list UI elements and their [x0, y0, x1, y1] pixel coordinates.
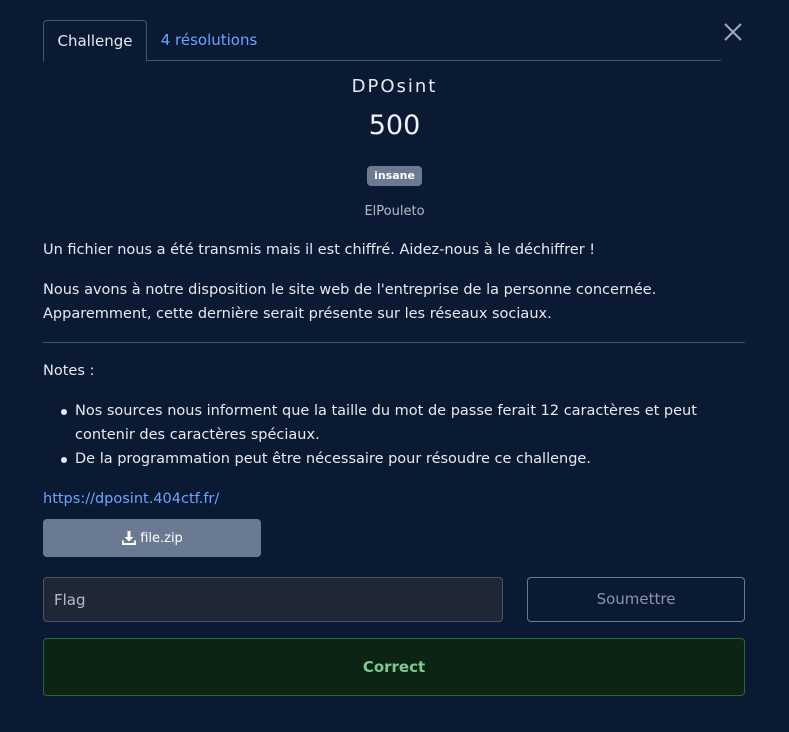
description-paragraph: Un fichier nous a été transmis mais il e…	[43, 242, 596, 258]
file-name: file.zip	[140, 530, 183, 546]
challenge-author: ElPouleto	[364, 204, 425, 219]
challenge-title: DPOsint	[351, 76, 438, 97]
challenge-link[interactable]: https://dposint.404ctf.fr/	[43, 488, 219, 510]
submit-button[interactable]: Soumettre	[527, 577, 745, 622]
result-message: Correct	[43, 638, 745, 696]
challenge-points: 500	[368, 110, 421, 141]
description-paragraph: Nous avons à notre disposition le site w…	[43, 282, 657, 322]
note-text: De la programmation peut être nécessaire…	[75, 451, 591, 467]
challenge-modal: Challenge 4 résolutions DPOsint 500 insa…	[0, 0, 789, 732]
notes-label: Notes :	[43, 363, 95, 379]
tab-challenge[interactable]: Challenge	[43, 20, 147, 62]
difficulty-badge: insane	[367, 166, 422, 186]
difficulty-badge-wrap: insane	[0, 164, 789, 186]
note-text: Nos sources nous informent que la taille…	[75, 403, 697, 443]
close-icon[interactable]	[722, 21, 744, 43]
bullet-icon	[61, 409, 67, 415]
download-icon	[121, 530, 137, 546]
notes-list: Nos sources nous informent que la taille…	[43, 399, 733, 471]
tab-resolutions[interactable]: 4 résolutions	[147, 20, 271, 61]
flag-input[interactable]	[43, 577, 503, 622]
divider	[43, 342, 745, 343]
list-item: De la programmation peut être nécessaire…	[61, 447, 733, 471]
list-item: Nos sources nous informent que la taille…	[61, 399, 733, 447]
download-file-button[interactable]: file.zip	[43, 519, 261, 557]
tab-bar: Challenge 4 résolutions	[43, 20, 721, 62]
bullet-icon	[61, 457, 67, 463]
